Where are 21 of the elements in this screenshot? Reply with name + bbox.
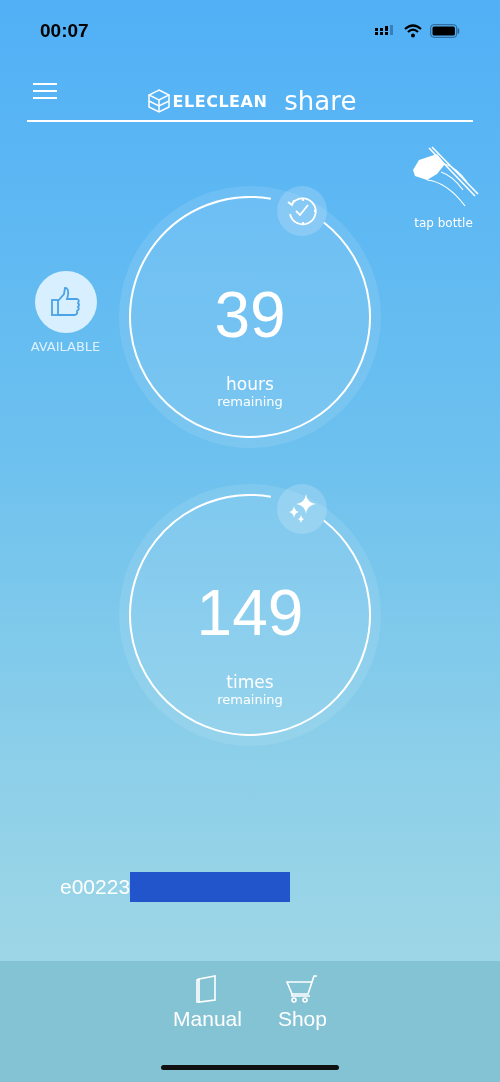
device-id: e00223 — [60, 875, 131, 899]
cube-stack-icon — [147, 89, 170, 113]
tap-bottle-label: tap bottle — [414, 216, 473, 230]
counter-caption: remaining — [217, 393, 283, 409]
header-title: share — [284, 86, 357, 116]
battery-icon — [430, 24, 460, 38]
counter-unit: times — [226, 671, 274, 692]
clock-check-icon — [285, 194, 319, 228]
nav-tab[interactable]: Manual — [169, 975, 246, 1031]
counter-value: 149 — [196, 579, 304, 646]
counter-caption: remaining — [217, 691, 283, 707]
wifi-icon — [404, 24, 422, 38]
counter-value: 39 — [214, 281, 286, 348]
signal-icon — [374, 24, 396, 38]
nav-tab[interactable]: Shop — [273, 975, 331, 1031]
brand-logo-text: ELECLEAN — [172, 91, 268, 111]
availability-label: AVAILABLE — [30, 338, 101, 354]
counter-unit: hours — [226, 373, 274, 394]
status-time: 00:07 — [40, 20, 89, 42]
menu-icon[interactable] — [33, 83, 57, 99]
cart-icon — [286, 975, 319, 1003]
